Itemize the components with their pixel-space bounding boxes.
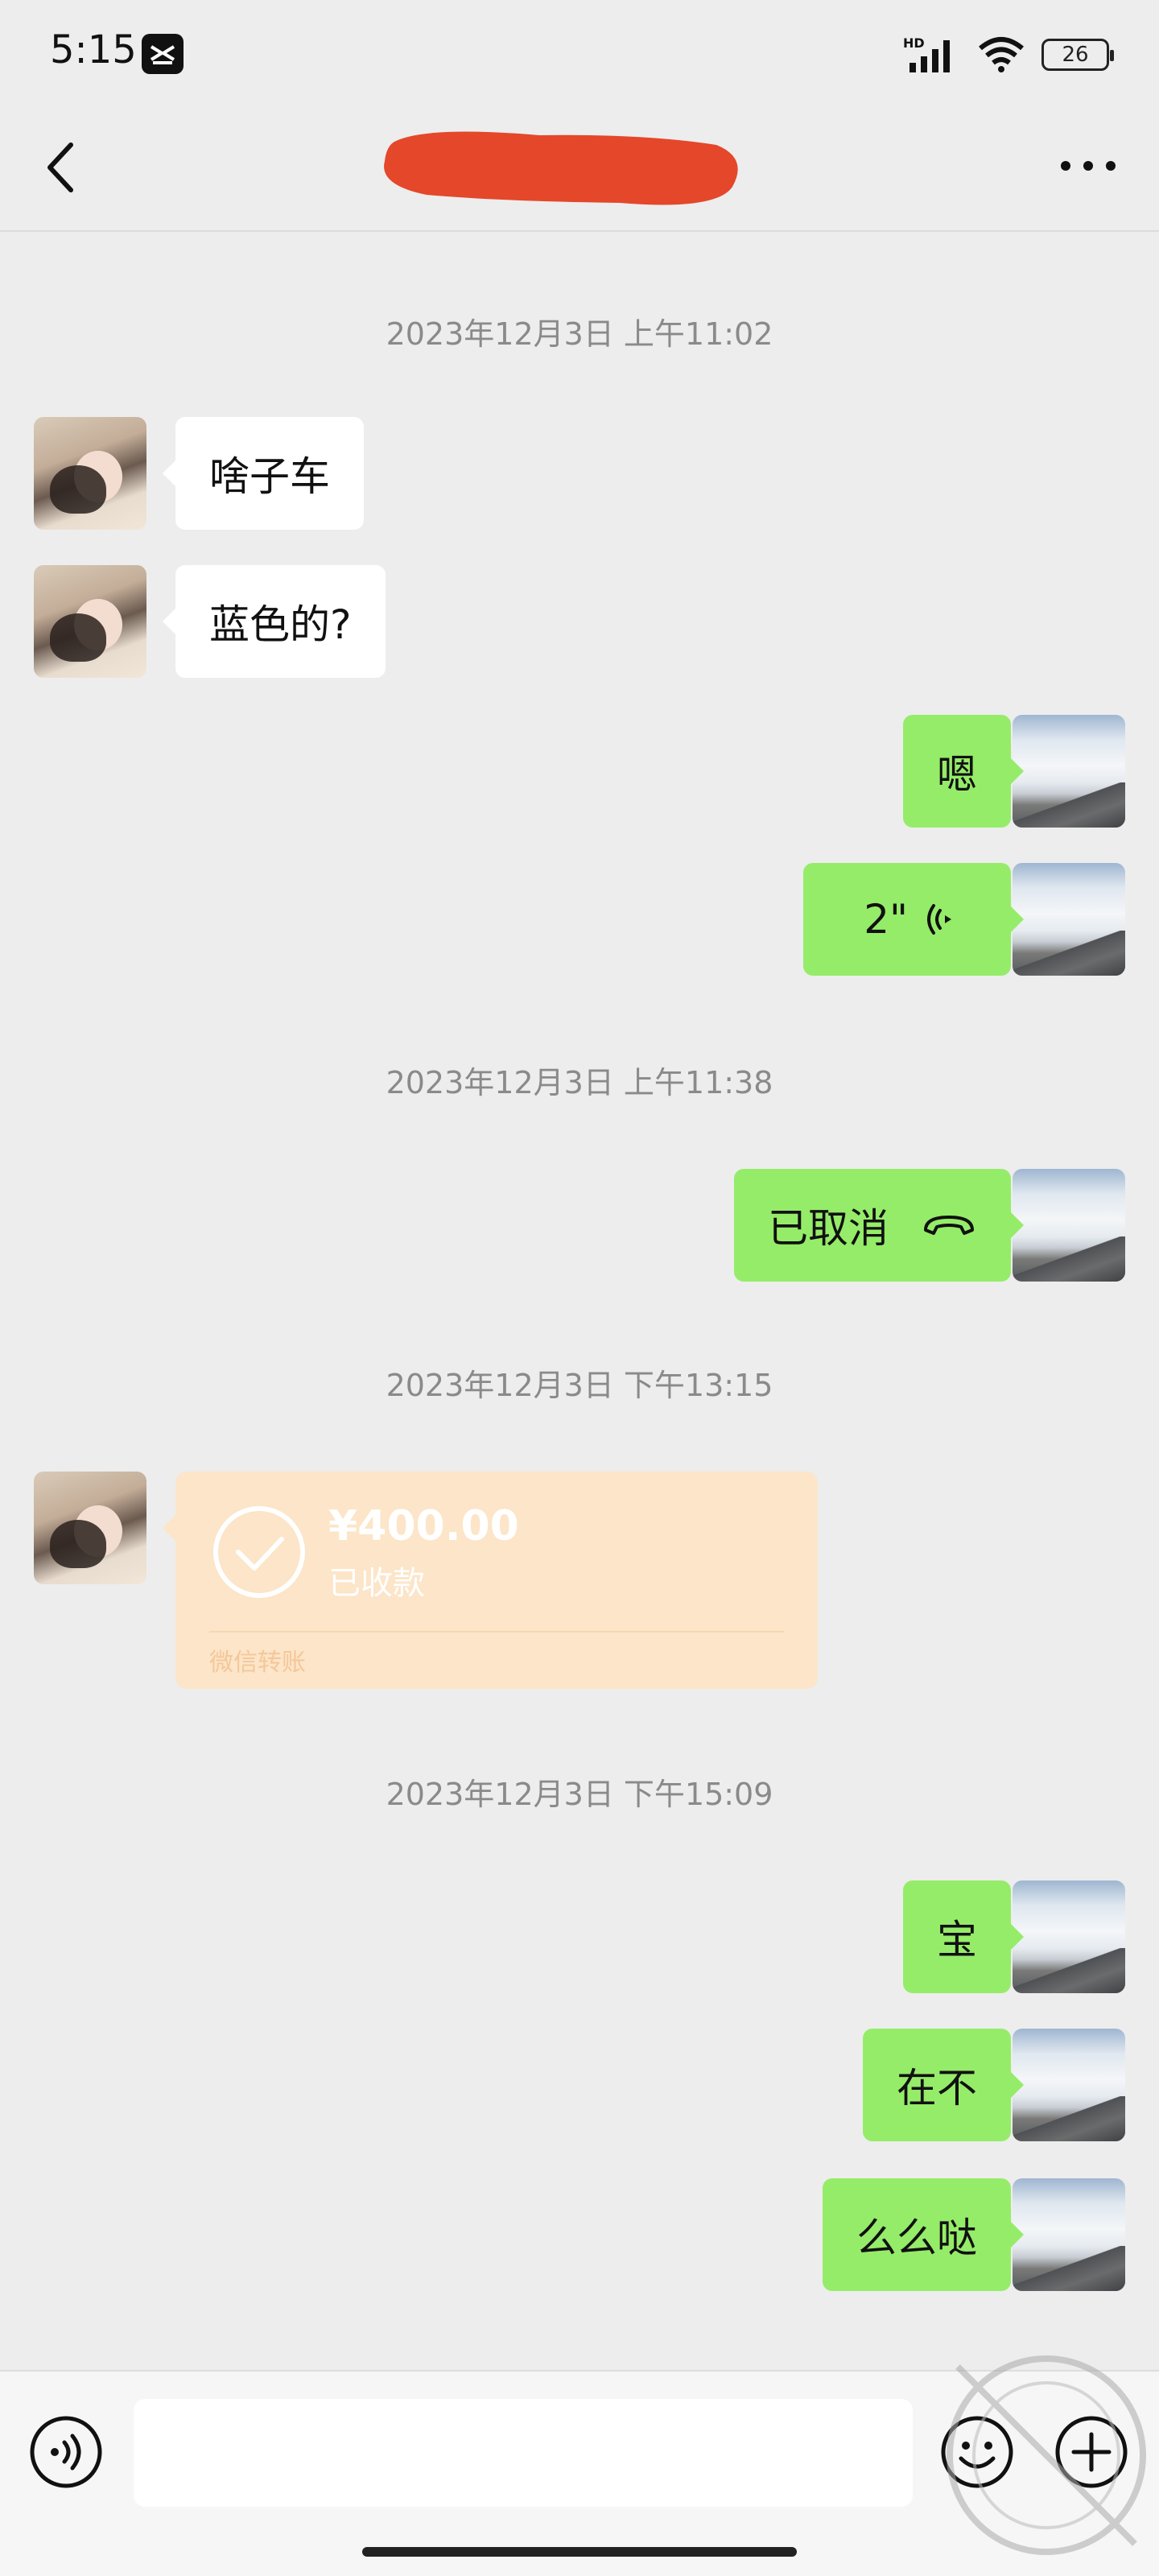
- avatar-self[interactable]: [1013, 863, 1125, 976]
- timestamp: 2023年12月3日 上午11:02: [386, 316, 773, 352]
- transfer-amount: ¥400.00: [328, 1502, 519, 1550]
- emoji-icon[interactable]: [938, 2413, 1016, 2491]
- message-bubble-received[interactable]: 蓝色的?: [163, 565, 386, 678]
- voice-wave-icon: [927, 904, 951, 935]
- chat-header: [0, 105, 1159, 232]
- message-bubble-sent[interactable]: 宝: [903, 1880, 1024, 1993]
- avatar-contact[interactable]: [34, 565, 146, 678]
- avatar-self[interactable]: [1013, 1880, 1125, 1993]
- avatar-self[interactable]: [1013, 715, 1125, 828]
- call-cancelled-bubble[interactable]: 已取消: [734, 1169, 1024, 1282]
- status-time: 5:15: [50, 27, 137, 72]
- back-icon[interactable]: [39, 137, 84, 198]
- status-bar: 5:15 HD 26: [0, 0, 1159, 105]
- voice-input-icon[interactable]: [27, 2413, 105, 2491]
- divider: [209, 1631, 784, 1633]
- capcut-icon: [142, 34, 184, 74]
- check-circle-icon: [213, 1506, 305, 1598]
- avatar-contact[interactable]: [34, 1472, 146, 1584]
- wifi-icon: [979, 37, 1024, 72]
- transfer-status: 已收款: [328, 1565, 425, 1602]
- avatar-self[interactable]: [1013, 2029, 1125, 2141]
- timestamp: 2023年12月3日 下午13:15: [386, 1368, 773, 1403]
- transfer-card[interactable]: ¥400.00 已收款 微信转账: [163, 1472, 818, 1689]
- call-status: 已取消: [768, 1205, 889, 1252]
- contact-name-redaction: [384, 131, 738, 205]
- plus-icon[interactable]: [1053, 2413, 1130, 2491]
- home-indicator[interactable]: [362, 2547, 797, 2557]
- chat-area[interactable]: 2023年12月3日 上午11:02 啥子车 蓝色的? 嗯 2" 2023年12…: [0, 232, 1159, 2365]
- message-bubble-received[interactable]: 啥子车: [163, 417, 364, 530]
- phone-hangup-icon: [924, 1216, 974, 1235]
- message-bubble-sent[interactable]: 嗯: [903, 715, 1024, 828]
- voice-duration: 2": [864, 896, 908, 943]
- message-bubble-sent[interactable]: 在不: [863, 2029, 1024, 2141]
- timestamp: 2023年12月3日 下午15:09: [386, 1777, 773, 1812]
- more-icon[interactable]: [1056, 150, 1120, 182]
- transfer-label: 微信转账: [209, 1649, 306, 1677]
- avatar-self[interactable]: [1013, 1169, 1125, 1282]
- input-bar: [0, 2370, 1159, 2576]
- avatar-contact[interactable]: [34, 417, 146, 530]
- battery-level: 26: [1062, 43, 1089, 67]
- voice-message-bubble[interactable]: 2": [803, 863, 1024, 976]
- avatar-self[interactable]: [1013, 2178, 1125, 2291]
- battery-icon: 26: [1041, 39, 1114, 71]
- signal-icon: HD: [903, 35, 961, 74]
- timestamp: 2023年12月3日 上午11:38: [386, 1065, 773, 1100]
- message-input[interactable]: [134, 2399, 913, 2507]
- message-bubble-sent[interactable]: 么么哒: [823, 2178, 1024, 2291]
